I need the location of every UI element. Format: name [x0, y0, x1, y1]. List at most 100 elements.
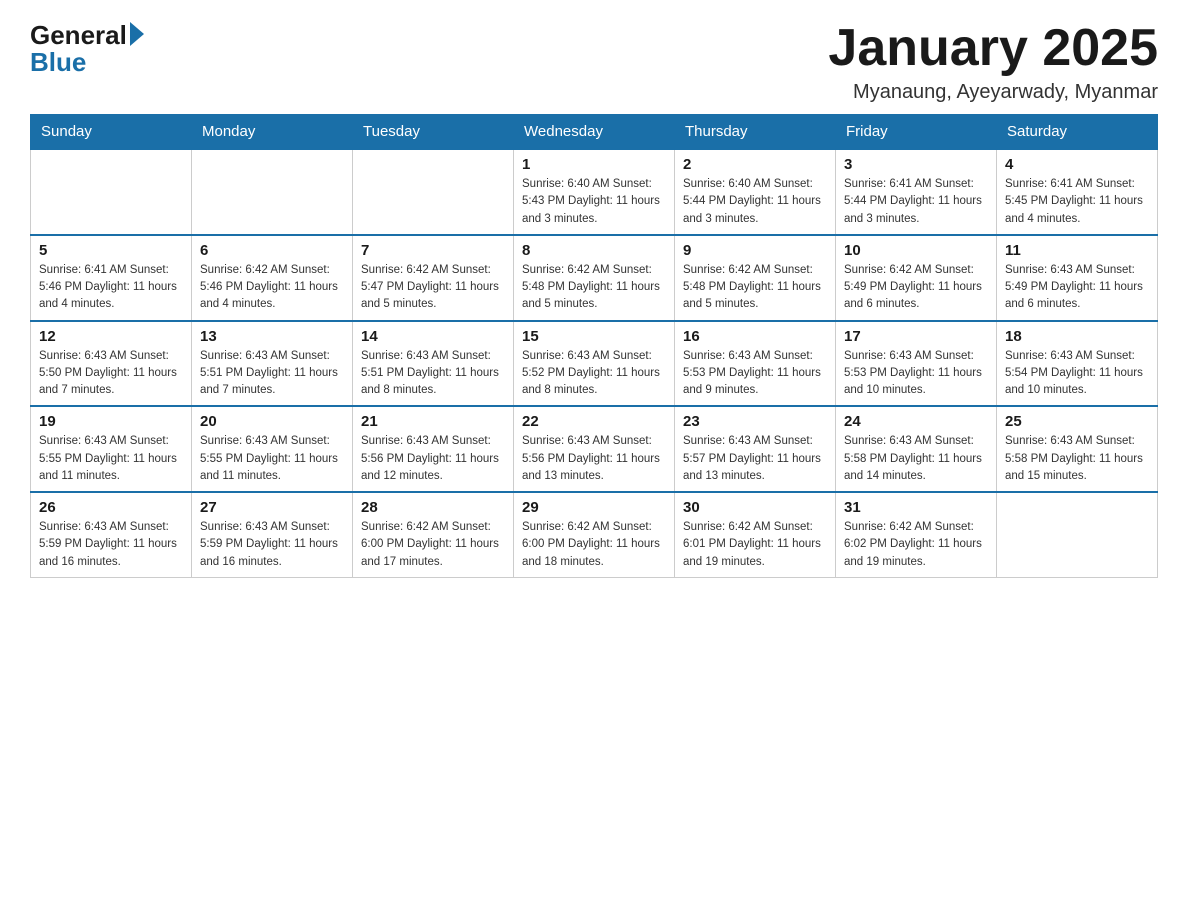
calendar-cell: 15 Sunrise: 6:43 AM Sunset: 5:52 PM Dayli… [514, 321, 675, 407]
calendar-cell: 31 Sunrise: 6:42 AM Sunset: 6:02 PM Dayli… [836, 492, 997, 577]
title-section: January 2025 Myanaung, Ayeyarwady, Myanm… [828, 20, 1158, 104]
day-info: Sunrise: 6:43 AM Sunset: 5:55 PM Dayligh… [200, 433, 344, 485]
day-info: Sunrise: 6:43 AM Sunset: 5:59 PM Dayligh… [200, 519, 344, 571]
calendar-cell: 29 Sunrise: 6:42 AM Sunset: 6:00 PM Dayli… [514, 492, 675, 577]
calendar-cell: 5 Sunrise: 6:41 AM Sunset: 5:46 PM Daylig… [31, 235, 192, 321]
day-number: 18 [1005, 328, 1149, 345]
day-number: 4 [1005, 156, 1149, 173]
day-number: 26 [39, 499, 183, 516]
calendar-cell: 9 Sunrise: 6:42 AM Sunset: 5:48 PM Daylig… [675, 235, 836, 321]
day-number: 17 [844, 328, 988, 345]
day-number: 10 [844, 242, 988, 259]
day-number: 23 [683, 413, 827, 430]
calendar-cell [353, 149, 514, 235]
day-number: 22 [522, 413, 666, 430]
day-info: Sunrise: 6:41 AM Sunset: 5:45 PM Dayligh… [1005, 176, 1149, 228]
calendar-cell: 25 Sunrise: 6:43 AM Sunset: 5:58 PM Dayli… [997, 406, 1158, 492]
logo: General Blue [30, 20, 144, 78]
day-info: Sunrise: 6:42 AM Sunset: 5:48 PM Dayligh… [522, 262, 666, 314]
day-info: Sunrise: 6:41 AM Sunset: 5:46 PM Dayligh… [39, 262, 183, 314]
calendar-cell: 8Sunrise: 6:42 AM Sunset: 5:48 PM Daylig… [514, 235, 675, 321]
day-info: Sunrise: 6:40 AM Sunset: 5:44 PM Dayligh… [683, 176, 827, 228]
calendar-cell: 10 Sunrise: 6:42 AM Sunset: 5:49 PM Dayli… [836, 235, 997, 321]
calendar-day-header: Wednesday [514, 115, 675, 150]
calendar-cell: 4 Sunrise: 6:41 AM Sunset: 5:45 PM Daylig… [997, 149, 1158, 235]
calendar-cell [31, 149, 192, 235]
day-number: 7 [361, 242, 505, 259]
day-info: Sunrise: 6:42 AM Sunset: 5:48 PM Dayligh… [683, 262, 827, 314]
calendar-cell: 27 Sunrise: 6:43 AM Sunset: 5:59 PM Dayli… [192, 492, 353, 577]
calendar-title: January 2025 [828, 20, 1158, 77]
day-info: Sunrise: 6:43 AM Sunset: 5:58 PM Dayligh… [1005, 433, 1149, 485]
calendar-cell: 18Sunrise: 6:43 AM Sunset: 5:54 PM Dayli… [997, 321, 1158, 407]
day-number: 30 [683, 499, 827, 516]
calendar-cell: 21 Sunrise: 6:43 AM Sunset: 5:56 PM Dayli… [353, 406, 514, 492]
day-info: Sunrise: 6:42 AM Sunset: 6:02 PM Dayligh… [844, 519, 988, 571]
calendar-cell [192, 149, 353, 235]
day-info: Sunrise: 6:43 AM Sunset: 5:56 PM Dayligh… [361, 433, 505, 485]
day-number: 6 [200, 242, 344, 259]
day-number: 28 [361, 499, 505, 516]
calendar-day-header: Saturday [997, 115, 1158, 150]
day-number: 21 [361, 413, 505, 430]
day-info: Sunrise: 6:42 AM Sunset: 6:00 PM Dayligh… [361, 519, 505, 571]
day-info: Sunrise: 6:40 AM Sunset: 5:43 PM Dayligh… [522, 176, 666, 228]
day-number: 9 [683, 242, 827, 259]
day-info: Sunrise: 6:43 AM Sunset: 5:49 PM Dayligh… [1005, 262, 1149, 314]
calendar-cell: 17 Sunrise: 6:43 AM Sunset: 5:53 PM Dayli… [836, 321, 997, 407]
day-info: Sunrise: 6:41 AM Sunset: 5:44 PM Dayligh… [844, 176, 988, 228]
day-number: 29 [522, 499, 666, 516]
day-info: Sunrise: 6:42 AM Sunset: 6:01 PM Dayligh… [683, 519, 827, 571]
day-info: Sunrise: 6:42 AM Sunset: 5:49 PM Dayligh… [844, 262, 988, 314]
calendar-day-header: Friday [836, 115, 997, 150]
calendar-cell: 14Sunrise: 6:43 AM Sunset: 5:51 PM Dayli… [353, 321, 514, 407]
day-info: Sunrise: 6:43 AM Sunset: 5:55 PM Dayligh… [39, 433, 183, 485]
calendar-week-row: 5 Sunrise: 6:41 AM Sunset: 5:46 PM Daylig… [31, 235, 1158, 321]
day-number: 5 [39, 242, 183, 259]
day-number: 24 [844, 413, 988, 430]
calendar-subtitle: Myanaung, Ayeyarwady, Myanmar [828, 81, 1158, 104]
calendar-day-header: Tuesday [353, 115, 514, 150]
calendar-cell: 13Sunrise: 6:43 AM Sunset: 5:51 PM Dayli… [192, 321, 353, 407]
calendar-cell: 23Sunrise: 6:43 AM Sunset: 5:57 PM Dayli… [675, 406, 836, 492]
calendar-cell: 11Sunrise: 6:43 AM Sunset: 5:49 PM Dayli… [997, 235, 1158, 321]
day-number: 20 [200, 413, 344, 430]
day-number: 31 [844, 499, 988, 516]
day-info: Sunrise: 6:43 AM Sunset: 5:56 PM Dayligh… [522, 433, 666, 485]
calendar-cell: 28 Sunrise: 6:42 AM Sunset: 6:00 PM Dayli… [353, 492, 514, 577]
day-info: Sunrise: 6:43 AM Sunset: 5:53 PM Dayligh… [683, 348, 827, 400]
day-number: 3 [844, 156, 988, 173]
calendar-day-header: Sunday [31, 115, 192, 150]
day-info: Sunrise: 6:43 AM Sunset: 5:50 PM Dayligh… [39, 348, 183, 400]
day-number: 19 [39, 413, 183, 430]
day-number: 12 [39, 328, 183, 345]
calendar-cell: 6Sunrise: 6:42 AM Sunset: 5:46 PM Daylig… [192, 235, 353, 321]
calendar-week-row: 26 Sunrise: 6:43 AM Sunset: 5:59 PM Dayli… [31, 492, 1158, 577]
day-info: Sunrise: 6:43 AM Sunset: 5:51 PM Dayligh… [200, 348, 344, 400]
calendar-week-row: 19 Sunrise: 6:43 AM Sunset: 5:55 PM Dayli… [31, 406, 1158, 492]
calendar-cell: 12 Sunrise: 6:43 AM Sunset: 5:50 PM Dayli… [31, 321, 192, 407]
day-number: 27 [200, 499, 344, 516]
day-number: 15 [522, 328, 666, 345]
calendar-cell: 19 Sunrise: 6:43 AM Sunset: 5:55 PM Dayli… [31, 406, 192, 492]
logo-blue-text: Blue [30, 47, 86, 78]
page-header: General Blue January 2025 Myanaung, Ayey… [30, 20, 1158, 104]
calendar-day-header: Monday [192, 115, 353, 150]
day-info: Sunrise: 6:43 AM Sunset: 5:53 PM Dayligh… [844, 348, 988, 400]
calendar-header-row: SundayMondayTuesdayWednesdayThursdayFrid… [31, 115, 1158, 150]
calendar-cell: 16Sunrise: 6:43 AM Sunset: 5:53 PM Dayli… [675, 321, 836, 407]
calendar-cell: 30 Sunrise: 6:42 AM Sunset: 6:01 PM Dayli… [675, 492, 836, 577]
day-info: Sunrise: 6:43 AM Sunset: 5:52 PM Dayligh… [522, 348, 666, 400]
calendar-cell: 3 Sunrise: 6:41 AM Sunset: 5:44 PM Daylig… [836, 149, 997, 235]
day-info: Sunrise: 6:43 AM Sunset: 5:59 PM Dayligh… [39, 519, 183, 571]
day-number: 25 [1005, 413, 1149, 430]
day-number: 14 [361, 328, 505, 345]
calendar-week-row: 12 Sunrise: 6:43 AM Sunset: 5:50 PM Dayli… [31, 321, 1158, 407]
day-info: Sunrise: 6:42 AM Sunset: 5:47 PM Dayligh… [361, 262, 505, 314]
calendar-cell: 7 Sunrise: 6:42 AM Sunset: 5:47 PM Daylig… [353, 235, 514, 321]
day-info: Sunrise: 6:42 AM Sunset: 6:00 PM Dayligh… [522, 519, 666, 571]
calendar-cell: 1Sunrise: 6:40 AM Sunset: 5:43 PM Daylig… [514, 149, 675, 235]
day-info: Sunrise: 6:43 AM Sunset: 5:58 PM Dayligh… [844, 433, 988, 485]
calendar-cell: 20 Sunrise: 6:43 AM Sunset: 5:55 PM Dayli… [192, 406, 353, 492]
calendar-week-row: 1Sunrise: 6:40 AM Sunset: 5:43 PM Daylig… [31, 149, 1158, 235]
